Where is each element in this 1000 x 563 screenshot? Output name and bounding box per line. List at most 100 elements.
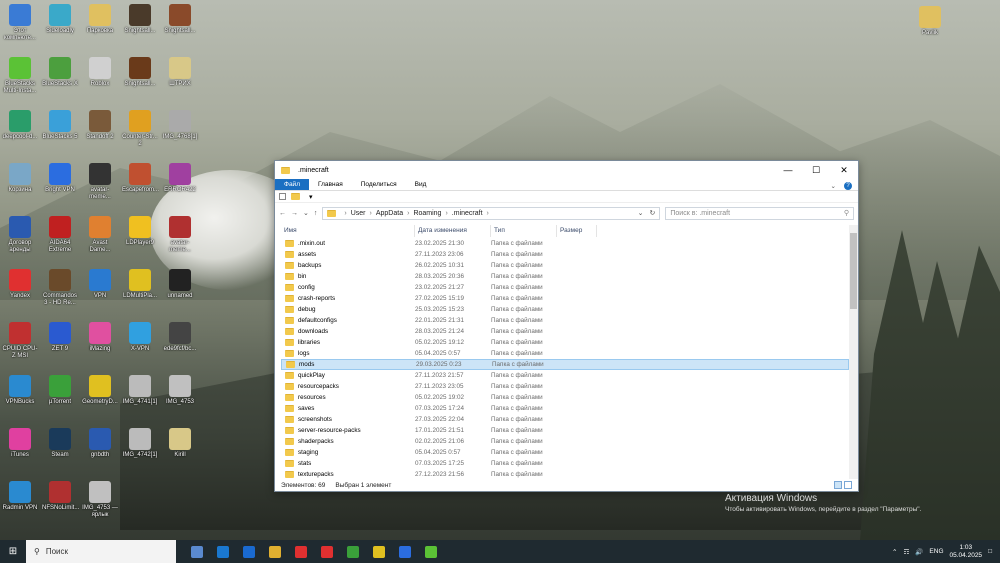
desktop-icon-pavlik[interactable]: Pavlik — [912, 6, 948, 37]
desktop-icon[interactable]: LDMultiPla... — [122, 269, 158, 300]
taskbar-app-button[interactable] — [186, 540, 208, 563]
file-row[interactable]: downloads 28.03.2025 21:24 Папка с файлами — [281, 326, 849, 337]
desktop-icon[interactable]: BlueStacks Multi-Insta... — [2, 57, 38, 95]
taskbar-app-button[interactable] — [238, 540, 260, 563]
desktop-icon[interactable]: Snightsall... — [122, 4, 158, 35]
address-bar[interactable]: › User › AppData › Roaming › .minecraft … — [322, 206, 661, 220]
breadcrumb-user[interactable]: User — [351, 210, 366, 217]
desktop-icon[interactable]: AIDA64 Extreme — [42, 216, 78, 254]
file-row[interactable]: logs 05.04.2025 0:57 Папка с файлами — [281, 348, 849, 359]
vertical-scrollbar[interactable] — [849, 225, 858, 479]
up-icon[interactable]: ↑ — [314, 210, 318, 217]
tab-share[interactable]: Поделиться — [352, 179, 406, 190]
desktop-icon[interactable]: Standoff 2 — [82, 110, 118, 141]
back-icon[interactable]: ← — [279, 210, 286, 217]
clock[interactable]: 1:03 05.04.2025 — [950, 544, 983, 560]
desktop-icon[interactable]: iTunes — [2, 428, 38, 459]
language-indicator[interactable]: ENG — [929, 548, 943, 555]
tab-file[interactable]: Файл — [275, 179, 309, 190]
desktop-icon[interactable]: IMG_4753 — [162, 375, 198, 406]
file-row[interactable]: screenshots 27.03.2025 22:04 Папка с файла… — [281, 414, 849, 425]
desktop-icon[interactable]: CPUID CPU-Z MSI — [2, 322, 38, 360]
file-row[interactable]: resources 05.02.2025 19:02 Папка с файлами — [281, 392, 849, 403]
desktop-icon[interactable]: IMG_4742[1] — [122, 428, 158, 459]
desktop-icon[interactable]: IMG_4768[1] — [162, 110, 198, 141]
desktop-icon[interactable]: Sideloadly — [42, 4, 78, 35]
address-dropdown-icon[interactable]: ⌄ — [638, 209, 644, 217]
desktop-icon[interactable]: Steam — [42, 428, 78, 459]
breadcrumb-roaming[interactable]: Roaming — [413, 210, 441, 217]
notifications-icon[interactable]: □ — [988, 548, 992, 555]
desktop-icon[interactable]: deepcool-d... — [2, 110, 38, 141]
desktop-icon[interactable]: Escapefrom... — [122, 163, 159, 194]
desktop-icon[interactable]: avatar-meme... — [162, 216, 198, 254]
taskbar-app-button[interactable] — [316, 540, 338, 563]
taskbar-search[interactable]: ⚲ Поиск — [26, 540, 176, 563]
desktop-icon[interactable]: BlueStacks 5 — [42, 110, 78, 141]
desktop-icon[interactable]: ZET 9 — [42, 322, 78, 353]
desktop-icon[interactable]: ШТРИХ — [162, 57, 198, 88]
desktop-icon[interactable]: Корзина — [2, 163, 38, 194]
file-row[interactable]: stats 07.03.2025 17:25 Папка с файлами — [281, 458, 849, 469]
desktop-icon[interactable]: GeometryD... — [82, 375, 118, 406]
desktop-icon[interactable]: Roblox — [82, 57, 118, 88]
taskbar-app-button[interactable] — [264, 540, 286, 563]
file-row[interactable]: config 23.02.2025 21:27 Папка с файлами — [281, 282, 849, 293]
taskbar-app-button[interactable] — [394, 540, 416, 563]
file-row[interactable]: debug 25.03.2025 15:23 Папка с файлами — [281, 304, 849, 315]
desktop-icon[interactable]: Commandos 3 - HD Re... — [42, 269, 78, 307]
file-row[interactable]: .mixin.out 23.02.2025 21:30 Папка с файлам… — [281, 238, 849, 249]
desktop-icon[interactable]: VPN — [82, 269, 118, 300]
customize-toolbar-icon[interactable]: ▾ — [309, 193, 313, 201]
help-icon[interactable]: ? — [844, 182, 852, 190]
taskbar-app-button[interactable] — [368, 540, 390, 563]
desktop-icon[interactable]: ERROR422 — [162, 163, 198, 194]
desktop-icon[interactable]: iMazing — [82, 322, 118, 353]
desktop-icon[interactable]: X-VPN — [122, 322, 158, 353]
desktop-icon[interactable]: Snightsall... — [162, 4, 198, 35]
details-view-button[interactable] — [834, 481, 842, 489]
new-folder-icon[interactable] — [291, 193, 300, 200]
file-row[interactable]: crash-reports 27.02.2025 15:19 Папка с фай… — [281, 293, 849, 304]
volume-icon[interactable]: 🔊 — [915, 548, 923, 556]
forward-icon[interactable]: → — [291, 210, 298, 217]
file-row[interactable]: libraries 05.02.2025 19:12 Папка с файлами — [281, 337, 849, 348]
file-row[interactable]: defaultconfigs 22.01.2025 21:31 Папка с фа… — [281, 315, 849, 326]
desktop-icon[interactable]: gnbdth — [82, 428, 118, 459]
desktop-icon[interactable]: Radmin VPN — [2, 481, 38, 512]
breadcrumb-appdata[interactable]: AppData — [376, 210, 403, 217]
desktop-icon[interactable]: Договор аренды — [2, 216, 38, 254]
desktop-icon[interactable]: Парковка — [82, 4, 118, 35]
tab-view[interactable]: Вид — [406, 179, 436, 190]
close-button[interactable]: ✕ — [830, 161, 858, 179]
desktop-icon[interactable]: NFSNoLimit... — [42, 481, 79, 512]
file-row[interactable]: resourcepacks 27.11.2023 23:05 Папка с фай… — [281, 381, 849, 392]
recent-locations-icon[interactable]: ⌄ — [303, 209, 309, 217]
desktop-icon[interactable]: Kirill — [162, 428, 198, 459]
desktop-icon[interactable]: unnamed — [162, 269, 198, 300]
desktop-icon[interactable]: VPNBucks — [2, 375, 38, 406]
taskbar-app-button[interactable] — [212, 540, 234, 563]
desktop-icon[interactable]: avatar-meme... — [82, 163, 118, 201]
file-row[interactable]: assets 27.11.2023 23:06 Папка с файлами — [281, 249, 849, 260]
desktop-icon[interactable]: Yandex — [2, 269, 38, 300]
column-name[interactable]: Имя — [281, 225, 415, 237]
tab-home[interactable]: Главная — [309, 179, 352, 190]
tray-overflow-icon[interactable]: ⌃ — [892, 548, 897, 556]
desktop-icon[interactable]: Bright VPN — [42, 163, 78, 194]
file-row[interactable]: saves 07.03.2025 17:24 Папка с файлами — [281, 403, 849, 414]
breadcrumb-minecraft[interactable]: .minecraft — [452, 210, 483, 217]
desktop-icon[interactable]: IMG_4753 — ярлык — [82, 481, 118, 519]
file-row[interactable]: backups 26.02.2025 10:31 Папка с файлами — [281, 260, 849, 271]
file-row[interactable]: server-resource-packs 17.01.2025 21:51 Пап… — [281, 425, 849, 436]
maximize-button[interactable]: ☐ — [802, 161, 830, 179]
expand-ribbon-icon[interactable]: ⌄ — [831, 182, 836, 190]
file-row[interactable]: quickPlay 27.11.2023 21:57 Папка с файлами — [281, 370, 849, 381]
explorer-window[interactable]: .minecraft — ☐ ✕ Файл Главная Поделиться… — [274, 160, 859, 492]
minimize-button[interactable]: — — [774, 161, 802, 179]
desktop-icon[interactable]: Avast Dame... — [82, 216, 118, 254]
file-row[interactable]: bin 28.03.2025 20:36 Папка с файлами — [281, 271, 849, 282]
large-icons-view-button[interactable] — [844, 481, 852, 489]
properties-icon[interactable] — [279, 193, 286, 200]
column-type[interactable]: Тип — [491, 225, 557, 237]
